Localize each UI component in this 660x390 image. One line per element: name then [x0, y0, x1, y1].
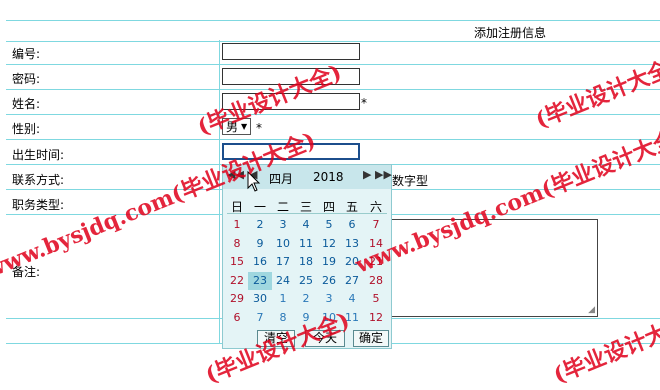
- form-title: 添加注册信息: [474, 26, 547, 40]
- calendar-day[interactable]: 2: [248, 216, 272, 234]
- calendar-day[interactable]: 6: [225, 309, 249, 327]
- calendar-day[interactable]: 10: [271, 235, 295, 253]
- calendar-day[interactable]: 9: [248, 235, 272, 253]
- calendar-day[interactable]: 7: [364, 216, 388, 234]
- calendar-day[interactable]: 17: [271, 253, 295, 271]
- calendar-day[interactable]: 16: [248, 253, 272, 271]
- calendar-day[interactable]: 12: [317, 235, 341, 253]
- calendar-month[interactable]: 四月: [269, 170, 293, 187]
- label-id: 编号:: [12, 47, 41, 61]
- right-arrow-icon[interactable]: ▶: [363, 168, 371, 181]
- calendar-day[interactable]: 3: [271, 216, 295, 234]
- calendar-day[interactable]: 30: [248, 290, 272, 308]
- calendar-day[interactable]: 26: [317, 272, 341, 290]
- label-gender: 性别:: [12, 122, 41, 136]
- calendar-day[interactable]: 7: [248, 309, 272, 327]
- calendar-day[interactable]: 15: [225, 253, 249, 271]
- calendar-day[interactable]: 12: [364, 309, 388, 327]
- calendar-day[interactable]: 4: [340, 290, 364, 308]
- form-header-row: [6, 21, 660, 42]
- calendar-day[interactable]: 24: [271, 272, 295, 290]
- calendar-year[interactable]: 2018: [313, 170, 344, 184]
- calendar-day[interactable]: 29: [225, 290, 249, 308]
- calendar-day[interactable]: 25: [294, 272, 318, 290]
- label-job: 职务类型:: [12, 198, 65, 212]
- gender-required-mark: *: [256, 121, 262, 135]
- calendar-day[interactable]: 18: [294, 253, 318, 271]
- calendar-day[interactable]: 5: [317, 216, 341, 234]
- double-right-arrow-icon[interactable]: ▶▶: [375, 168, 392, 181]
- calendar-day[interactable]: 5: [364, 290, 388, 308]
- calendar-day[interactable]: 1: [225, 216, 249, 234]
- weekday-divider: [227, 213, 387, 214]
- label-password: 密码:: [12, 72, 41, 86]
- label-contact: 联系方式:: [12, 173, 65, 187]
- label-birth: 出生时间:: [12, 148, 65, 162]
- ok-button[interactable]: 确定: [353, 330, 389, 347]
- calendar-day[interactable]: 6: [340, 216, 364, 234]
- resize-grip-icon[interactable]: ◢: [588, 305, 595, 315]
- registration-form-table: [6, 20, 660, 42]
- contact-hint-fragment: 数字型: [392, 174, 429, 188]
- calendar-day[interactable]: 2: [294, 290, 318, 308]
- calendar-day[interactable]: 11: [294, 235, 318, 253]
- name-required-mark: *: [361, 96, 367, 110]
- calendar-day[interactable]: 4: [294, 216, 318, 234]
- calendar-day[interactable]: 22: [225, 272, 249, 290]
- calendar-day[interactable]: 1: [271, 290, 295, 308]
- label-name: 姓名:: [12, 97, 41, 111]
- calendar-day[interactable]: 23: [248, 271, 272, 290]
- calendar-day[interactable]: 8: [225, 235, 249, 253]
- id-input[interactable]: [222, 43, 360, 60]
- calendar-day[interactable]: 19: [317, 253, 341, 271]
